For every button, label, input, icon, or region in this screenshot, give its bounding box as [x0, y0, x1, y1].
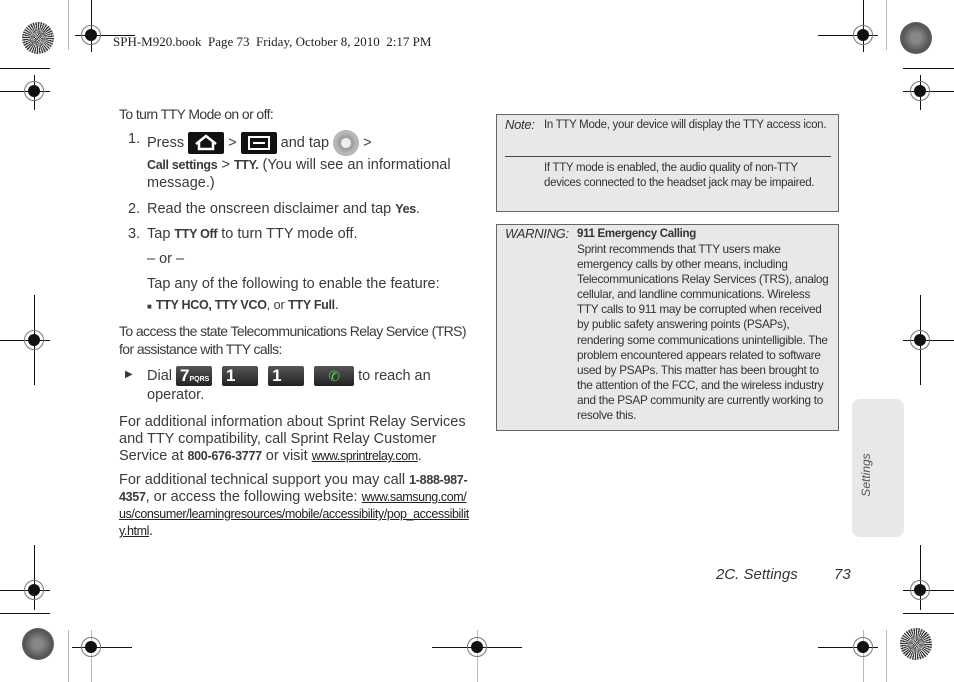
separator: .: [334, 297, 339, 313]
note-label: Note:: [505, 117, 535, 132]
warning-box: WARNING: 911 Emergency Calling Sprint re…: [496, 224, 839, 431]
dial-key-1: 1: [222, 366, 259, 386]
menu-path-call-settings: Call settings: [147, 158, 218, 172]
step-1: 1. Press > and tap > Call settings > TTY…: [119, 130, 469, 192]
dial-key-1: 1: [268, 366, 305, 386]
print-slug-header: SPH-M920.book Page 73 Friday, October 8,…: [113, 34, 432, 49]
bullet-icon: ■: [147, 302, 152, 311]
registration-rosette-icon: [22, 628, 54, 660]
warning-label: WARNING:: [505, 226, 569, 241]
dial-instruction: ▶ Dial 7PQRS 1 1 ✆ to reach an operator.: [119, 366, 469, 404]
registration-mark-icon: [81, 637, 101, 657]
section-side-tab-label: Settings: [859, 453, 873, 497]
separator: >: [217, 157, 234, 173]
step-2: 2. Read the onscreen disclaimer and tap …: [119, 200, 469, 218]
yes-option: Yes: [395, 202, 416, 216]
settings-icon: [333, 130, 360, 156]
crop-mark: [68, 630, 69, 682]
home-key-icon: [188, 132, 225, 154]
main-column: To turn TTY Mode on or off: 1. Press > a…: [119, 106, 469, 540]
crop-mark: [34, 545, 35, 610]
relay-info: For additional information about Sprint …: [119, 414, 466, 464]
crop-mark: [903, 613, 954, 614]
registration-rosette-icon: [900, 22, 932, 54]
or-divider: – or –: [147, 251, 185, 267]
registration-mark-icon: [853, 637, 873, 657]
registration-mark-icon: [853, 25, 873, 45]
call-key-icon: ✆: [314, 366, 355, 386]
step-text: .: [415, 201, 420, 217]
note-divider: [505, 156, 831, 157]
tty-off-option: TTY Off: [174, 227, 218, 241]
crop-mark: [920, 545, 921, 610]
menu-key-icon: [240, 132, 277, 154]
note-box: Note: In TTY Mode, your device will disp…: [496, 114, 839, 212]
crop-mark: [886, 0, 887, 50]
registration-mark-icon: [910, 330, 930, 350]
registration-mark-icon: [910, 81, 930, 101]
sprintrelay-link[interactable]: www.sprintrelay.com: [312, 449, 418, 463]
intro-text: To turn TTY Mode on or off:: [119, 106, 274, 122]
step-text: Read the onscreen disclaimer and tap: [147, 201, 396, 217]
dial-key-7: 7PQRS: [176, 366, 213, 386]
separator: , or: [266, 298, 289, 312]
registration-mark-icon: [81, 25, 101, 45]
warning-title: 911 Emergency Calling: [577, 228, 696, 240]
page-number: 73: [834, 566, 851, 583]
step-alt-text: Tap any of the following to enable the f…: [147, 276, 440, 292]
step-number: 1.: [128, 131, 141, 147]
warning-body: Sprint recommends that TTY users make em…: [577, 242, 829, 423]
relay-phone: 800-676-3777: [187, 449, 263, 463]
note-text-2: If TTY mode is enabled, the audio qualit…: [544, 162, 815, 189]
arrow-bullet-icon: ▶: [125, 369, 133, 380]
step-text: Press: [147, 134, 185, 151]
registration-mark-icon: [467, 637, 487, 657]
crop-mark: [903, 68, 954, 69]
trs-intro: To access the state Telecommunications R…: [119, 323, 467, 357]
step-3: 3. Tap TTY Off to turn TTY mode off. – o…: [119, 225, 469, 316]
note-text-1: In TTY Mode, your device will display th…: [544, 119, 827, 131]
tty-full-option: TTY Full: [288, 298, 335, 312]
footer-section: 2C. Settings: [716, 566, 798, 583]
registration-rosette-icon: [900, 628, 932, 660]
tty-vco-option: TTY VCO: [214, 298, 267, 312]
step-text: Dial: [147, 367, 172, 384]
tty-hco-option: TTY HCO: [155, 298, 209, 312]
step-text: Tap: [147, 226, 175, 242]
crop-mark: [0, 613, 50, 614]
crop-mark: [68, 0, 69, 50]
crop-mark: [886, 630, 887, 682]
step-text: and tap: [280, 134, 330, 151]
separator: >: [363, 134, 372, 151]
menu-path-tty: TTY.: [233, 158, 259, 172]
crop-mark: [0, 68, 50, 69]
support-info: For additional technical support you may…: [119, 472, 469, 539]
registration-mark-icon: [24, 81, 44, 101]
step-text: to turn TTY mode off.: [217, 226, 358, 242]
step-number: 3.: [128, 226, 141, 242]
step-number: 2.: [128, 201, 141, 217]
separator: >: [228, 134, 237, 151]
registration-mark-icon: [910, 580, 930, 600]
tty-options-bullet: ■ TTY HCO, TTY VCO, or TTY Full.: [147, 296, 469, 316]
registration-mark-icon: [24, 330, 44, 350]
registration-mark-icon: [24, 580, 44, 600]
registration-rosette-icon: [22, 22, 54, 54]
